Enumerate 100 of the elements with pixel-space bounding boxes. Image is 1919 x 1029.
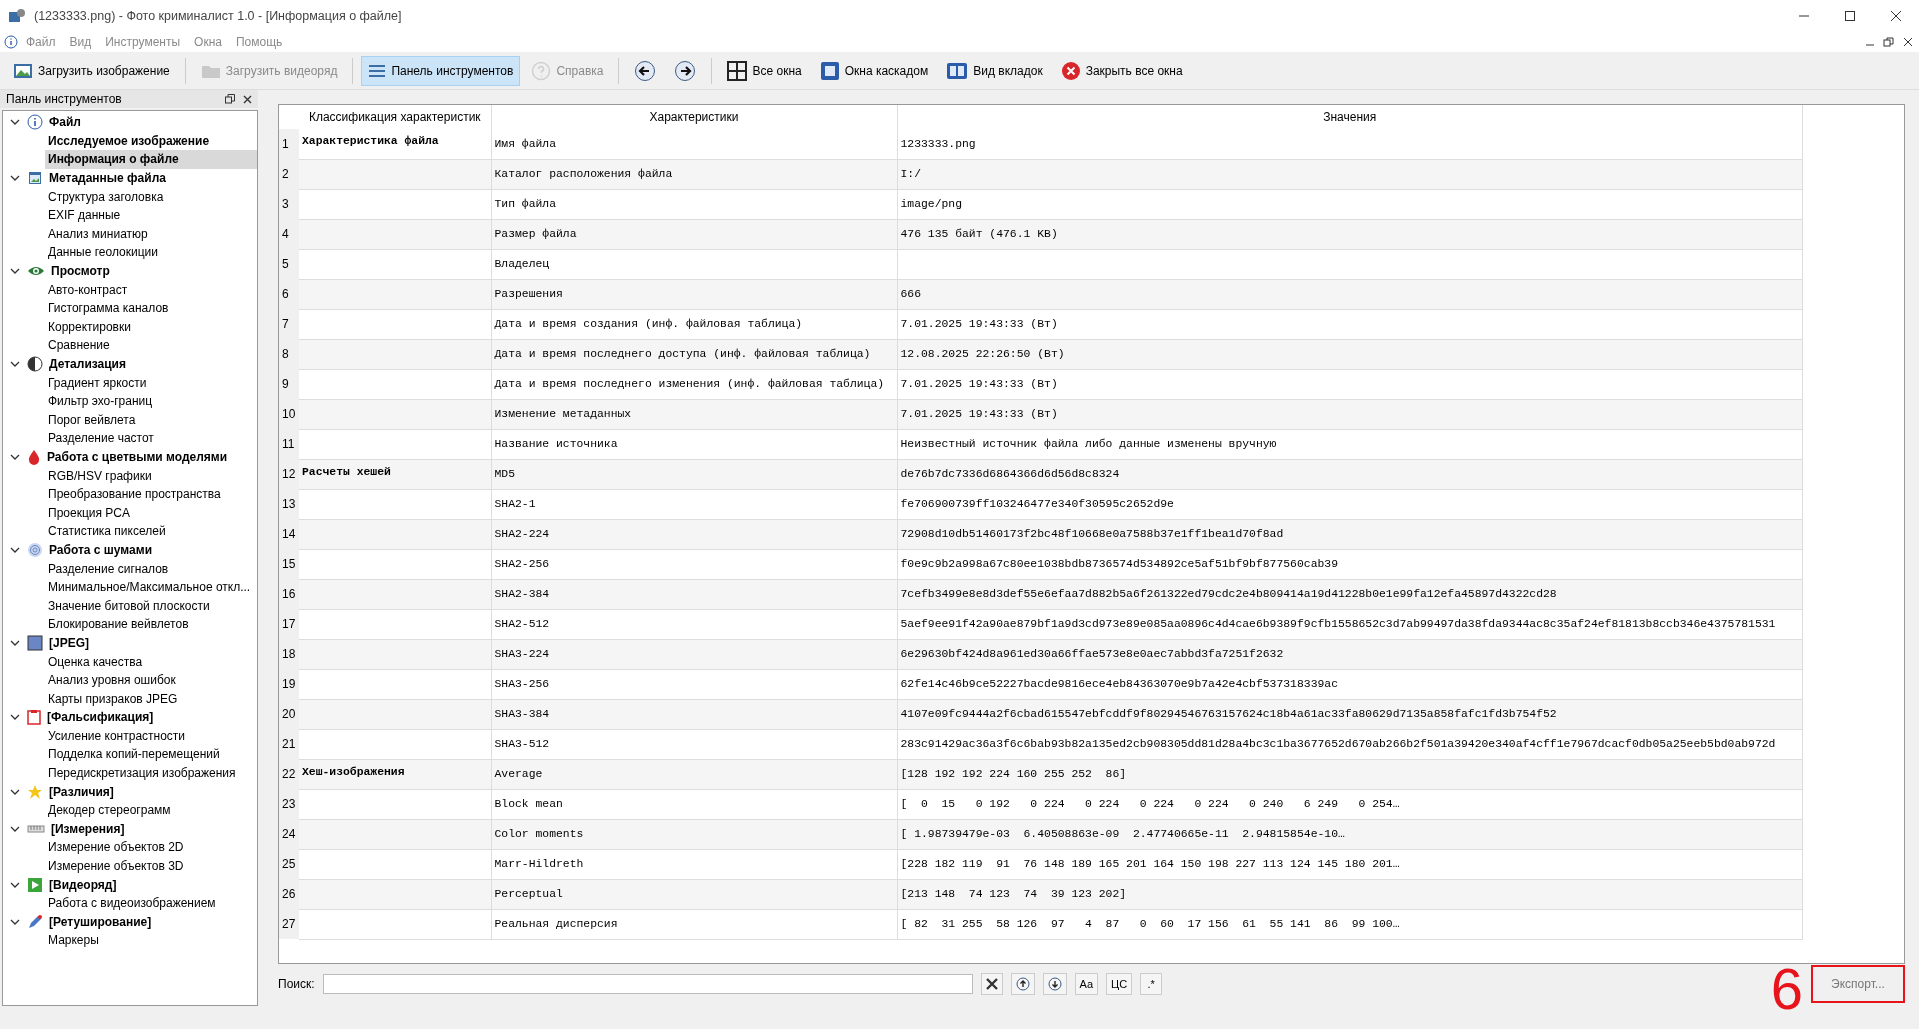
row-number: 22 — [279, 759, 299, 789]
tree-item[interactable]: Значение битовой плоскости — [45, 596, 257, 616]
tree-category[interactable]: Просмотр — [51, 264, 110, 279]
table-cell: 7.01.2025 19:43:33 (Вт) — [897, 399, 1803, 429]
tree-item[interactable]: Фильтр эхо-границ — [45, 391, 257, 411]
column-header[interactable]: Значения — [897, 105, 1803, 129]
row-number: 17 — [279, 609, 299, 639]
tree-item[interactable]: Проекция PCA — [45, 503, 257, 523]
tree-category[interactable]: [Ретуширование] — [49, 914, 152, 929]
play-icon — [27, 876, 43, 893]
tree-item[interactable]: Информация о файле — [45, 150, 257, 169]
tree-item[interactable]: Сравнение — [45, 336, 257, 355]
table-cell: [128 192 192 224 160 255 252 86] — [897, 759, 1803, 789]
tree-item[interactable]: Статистика пикселей — [45, 522, 257, 541]
tree-item[interactable]: Анализ уровня ошибок — [45, 670, 257, 690]
table-cell: Хеш-изображения — [299, 759, 491, 789]
tree-item[interactable]: RGB/HSV графики — [45, 466, 257, 485]
toolbar-button[interactable]: Закрыть все окна — [1053, 55, 1190, 86]
tree-item[interactable]: Передискретизация изображения — [45, 763, 257, 783]
clear-button[interactable] — [980, 973, 1003, 995]
chevron-down-icon[interactable] — [10, 452, 20, 462]
chevron-down-icon[interactable] — [10, 359, 20, 369]
table-cell: SHA2-256 — [491, 549, 897, 579]
close-icon[interactable] — [243, 94, 252, 104]
tree-item[interactable]: Измерение объектов 3D — [45, 856, 257, 876]
toolbar-button[interactable]: Окна каскадом — [812, 55, 936, 86]
tree-category[interactable]: Файл — [49, 115, 81, 130]
table-cell: SHA2-384 — [491, 579, 897, 609]
tree-item[interactable]: Подделка копий-перемещений — [45, 745, 257, 764]
tree-item[interactable]: Декодер стереограмм — [45, 800, 257, 820]
tree-category[interactable]: Работа с шумами — [49, 542, 153, 557]
tree-item[interactable]: Минимальное/Максимальное откл... — [45, 577, 257, 597]
table-cell: Изменение метаданных — [491, 399, 897, 429]
menu-item[interactable]: Помощь — [229, 35, 289, 49]
option-button[interactable]: ЦС — [1106, 973, 1133, 995]
table-cell: 7cefb3499e8e8d3def55e6efaa7d882b5a6f261322ed79cdc2e4b809414a19d41228b0e1e99fa12efa45897d4322cd28 — [897, 579, 1803, 609]
float-icon[interactable] — [225, 94, 235, 104]
tree-item[interactable]: Усиление контрастности — [45, 726, 257, 746]
search-field[interactable] — [322, 974, 973, 994]
menu-item[interactable]: Вид — [63, 35, 98, 49]
tree-category[interactable]: Метаданные файла — [49, 171, 166, 186]
menu-item[interactable]: Файл — [20, 35, 62, 49]
tree-category[interactable]: Детализация — [49, 357, 126, 371]
restore-icon[interactable] — [1883, 37, 1895, 47]
tree-item[interactable]: Данные геолокиции — [45, 243, 257, 262]
column-header[interactable]: Характеристики — [491, 105, 897, 129]
tree-item[interactable]: Градиент яркости — [45, 373, 257, 392]
tree-item[interactable]: Работа с видеоизображением — [45, 893, 257, 913]
row-number: 8 — [279, 339, 299, 369]
option-button[interactable]: Aa — [1074, 973, 1099, 995]
next-button[interactable] — [1042, 973, 1067, 995]
ruler-icon — [27, 823, 45, 834]
toolbar-button[interactable]: Загрузить изображение — [6, 55, 177, 86]
table-cell: [213 148 74 123 74 39 123 202] — [897, 879, 1803, 909]
column-header[interactable]: Классификация характеристик — [299, 105, 491, 129]
tree-item[interactable]: Разделение частот — [45, 429, 257, 448]
tree-item[interactable]: Преобразование пространства — [45, 484, 257, 504]
previous-button[interactable] — [1010, 973, 1035, 995]
tree-item[interactable]: Блокирование вейвлетов — [45, 615, 257, 634]
tree-item[interactable]: Структура заголовка — [45, 187, 257, 206]
table-cell: Название источника — [491, 429, 897, 459]
tree-item[interactable]: Гистограмма каналов — [45, 298, 257, 318]
list-icon — [368, 62, 387, 79]
menu-item[interactable]: Окна — [188, 35, 228, 49]
toolbar-button[interactable]: Вид вкладок — [939, 55, 1050, 86]
tree-item[interactable]: Авто-контраст — [45, 280, 257, 299]
tree-item[interactable]: Разделение сигналов — [45, 559, 257, 578]
menu-item[interactable]: Инструменты — [99, 35, 187, 49]
row-number: 21 — [279, 729, 299, 759]
toolbar-button[interactable]: Все окна — [720, 55, 809, 86]
tree-category[interactable]: [Измерения] — [51, 821, 125, 836]
tree-category[interactable]: [Видеоряд] — [49, 877, 117, 892]
toolbar-button[interactable]: Панель инструментов — [361, 55, 521, 86]
close-icon[interactable] — [1903, 37, 1913, 47]
export-button[interactable]: Экспорт... — [1819, 971, 1897, 997]
grid-icon — [727, 60, 748, 81]
tree-item[interactable]: Корректировки — [45, 317, 257, 337]
tree-item[interactable]: Анализ миниатюр — [45, 224, 257, 244]
tree-category[interactable]: Работа с цветвыми моделями — [47, 450, 228, 464]
tree-item[interactable]: Оценка качества — [45, 652, 257, 671]
option-button[interactable]: .* — [1140, 973, 1163, 995]
tree-category[interactable]: [Различия] — [49, 784, 114, 799]
table-cell: 4107e09fc9444a2f6cbad615547ebfcddf9f80294546763157624c18b4a61ac33fa80629d7135a858fafc1fd3b754f52 — [897, 699, 1803, 729]
table-cell: [ 1.98739479e-03 6.40508863e-09 2.47740665e-11 2.94815854e-10… — [897, 819, 1803, 849]
tree-category[interactable]: [JPEG] — [49, 635, 89, 650]
row-number: 19 — [279, 669, 299, 699]
tree-item[interactable]: Исследуемое изображение — [45, 131, 257, 151]
row-number: 26 — [279, 879, 299, 909]
tree-category[interactable]: [Фальсификация] — [47, 710, 154, 725]
maximize-icon — [1845, 11, 1855, 21]
row-number: 23 — [279, 789, 299, 819]
row-number: 3 — [279, 189, 299, 219]
table-cell: SHA3-224 — [491, 639, 897, 669]
tree-item[interactable]: Карты призраков JPEG — [45, 689, 257, 708]
tree-item[interactable]: Порог вейвлета — [45, 410, 257, 430]
tree-item[interactable]: EXIF данные — [45, 205, 257, 225]
row-number: 18 — [279, 639, 299, 669]
tree-item[interactable]: Маркеры — [45, 931, 257, 950]
tree-item[interactable]: Измерение объектов 2D — [45, 838, 257, 857]
close-icon — [985, 978, 998, 990]
